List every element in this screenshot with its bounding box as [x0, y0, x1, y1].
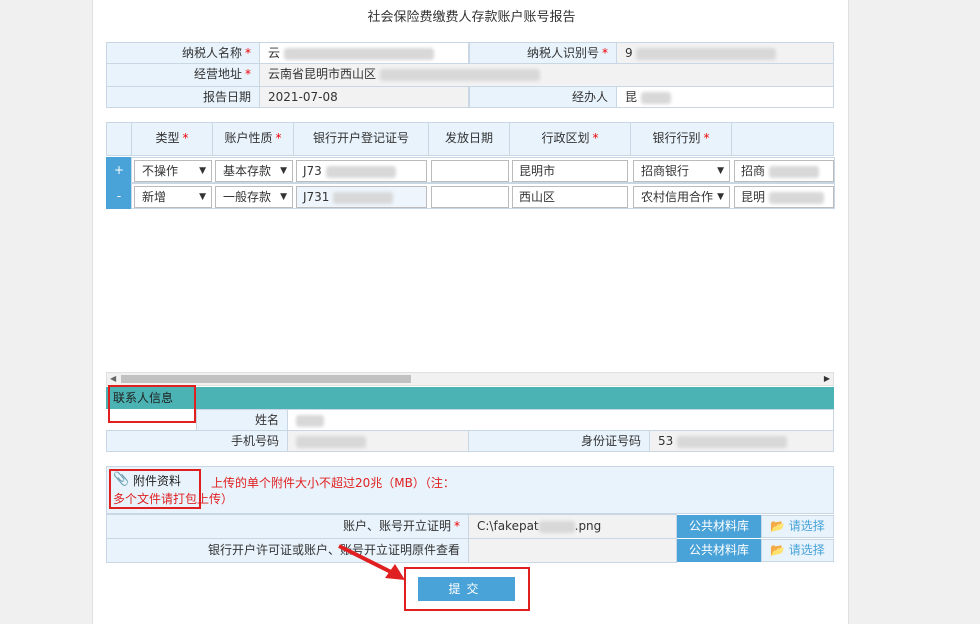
contact-header-bar [106, 387, 834, 409]
chevron-down-icon: ▼ [280, 166, 287, 176]
submit-button[interactable]: 提交 [418, 577, 515, 601]
idcard-label: 身份证号码 [468, 430, 650, 452]
region-input[interactable]: 昆明市 [512, 160, 628, 182]
taxpayer-id-label: 纳税人识别号 * [469, 42, 617, 64]
address-value: 云南省昆明市西山区 [259, 63, 834, 87]
contact-name-value [287, 409, 834, 431]
attachment-file-value: C:\fakepat .png [468, 514, 677, 539]
folder-icon: 📂 [770, 519, 785, 533]
public-library-button[interactable]: 公共材料库 [677, 515, 761, 538]
region-input[interactable]: 西山区 [512, 186, 628, 208]
issue-date-input[interactable] [431, 186, 509, 208]
phone-label: 手机号码 [106, 430, 288, 452]
chevron-down-icon: ▼ [199, 166, 206, 176]
report-date-label: 报告日期 [106, 86, 260, 108]
address-label: 经营地址 * [106, 63, 260, 87]
attachment-label: 账户、账号开立证明 * [106, 514, 469, 539]
attachment-note-line1: 上传的单个附件大小不超过20兆（MB）（注： [211, 476, 455, 490]
report-date-value: 2021-07-08 [259, 86, 469, 108]
attachment-label: 银行开户许可证或账户、账号开立证明原件查看 [106, 538, 469, 563]
remove-row-button[interactable]: - [106, 183, 132, 209]
grid-header-nature: 账户性质 * [212, 122, 294, 156]
nature-select[interactable]: 基本存款 ▼ [215, 160, 293, 182]
type-select[interactable]: 不操作 ▼ [134, 160, 212, 182]
choose-file-button[interactable]: 📂 请选择 [761, 515, 834, 538]
chevron-down-icon: ▼ [717, 166, 724, 176]
highlight-box [109, 469, 201, 509]
issue-date-input[interactable] [431, 160, 509, 182]
branch-input[interactable]: 招商 [734, 160, 834, 182]
reg-no-input[interactable]: J731 [296, 186, 427, 208]
grid-header-region: 行政区划 * [509, 122, 631, 156]
horizontal-scrollbar[interactable]: ◀ ▶ [106, 372, 834, 386]
grid-header-type: 类型 * [131, 122, 213, 156]
taxpayer-name-label: 纳税人名称 * [106, 42, 260, 64]
grid-header-issue-date: 发放日期 [428, 122, 510, 156]
grid-header-bank: 银行行别 * [630, 122, 732, 156]
scroll-left-icon[interactable]: ◀ [110, 373, 116, 385]
chevron-down-icon: ▼ [717, 192, 724, 202]
bank-select[interactable]: 招商银行 ▼ [633, 160, 730, 182]
choose-file-button[interactable]: 📂 请选择 [761, 539, 834, 562]
handler-label: 经办人 [469, 86, 617, 108]
phone-value [287, 430, 469, 452]
grid-header-reg-no: 银行开户登记证号 [293, 122, 429, 156]
folder-icon: 📂 [770, 543, 785, 557]
scrollbar-thumb[interactable] [121, 375, 411, 383]
page-title: 社会保险费缴费人存款账户账号报告 [367, 10, 576, 25]
reg-no-input[interactable]: J73 [296, 160, 427, 182]
nature-select[interactable]: 一般存款 ▼ [215, 186, 293, 208]
chevron-down-icon: ▼ [199, 192, 206, 202]
branch-input[interactable]: 昆明 [734, 186, 834, 208]
contact-name-label: 姓名 [196, 409, 288, 431]
attachment-file-value [468, 538, 677, 563]
report-page: 社会保险费缴费人存款账户账号报告 纳税人名称 * 云 纳税人识别号 * 9 经营地址… [92, 0, 849, 624]
add-row-button[interactable]: + [106, 157, 132, 183]
highlight-box [108, 385, 196, 423]
grid-corner [106, 122, 132, 156]
taxpayer-name-value: 云 [259, 42, 469, 64]
idcard-value: 53 [649, 430, 834, 452]
public-library-button[interactable]: 公共材料库 [677, 539, 761, 562]
type-select[interactable]: 新增 ▼ [134, 186, 212, 208]
scroll-right-icon[interactable]: ▶ [824, 373, 830, 385]
chevron-down-icon: ▼ [280, 192, 287, 202]
grid-header-branch [731, 122, 834, 156]
arrow-annotation-icon [338, 544, 405, 580]
bank-select[interactable]: 农村信用合作 ▼ [633, 186, 730, 208]
taxpayer-id-value: 9 [616, 42, 834, 64]
handler-value[interactable]: 昆 [616, 86, 834, 108]
